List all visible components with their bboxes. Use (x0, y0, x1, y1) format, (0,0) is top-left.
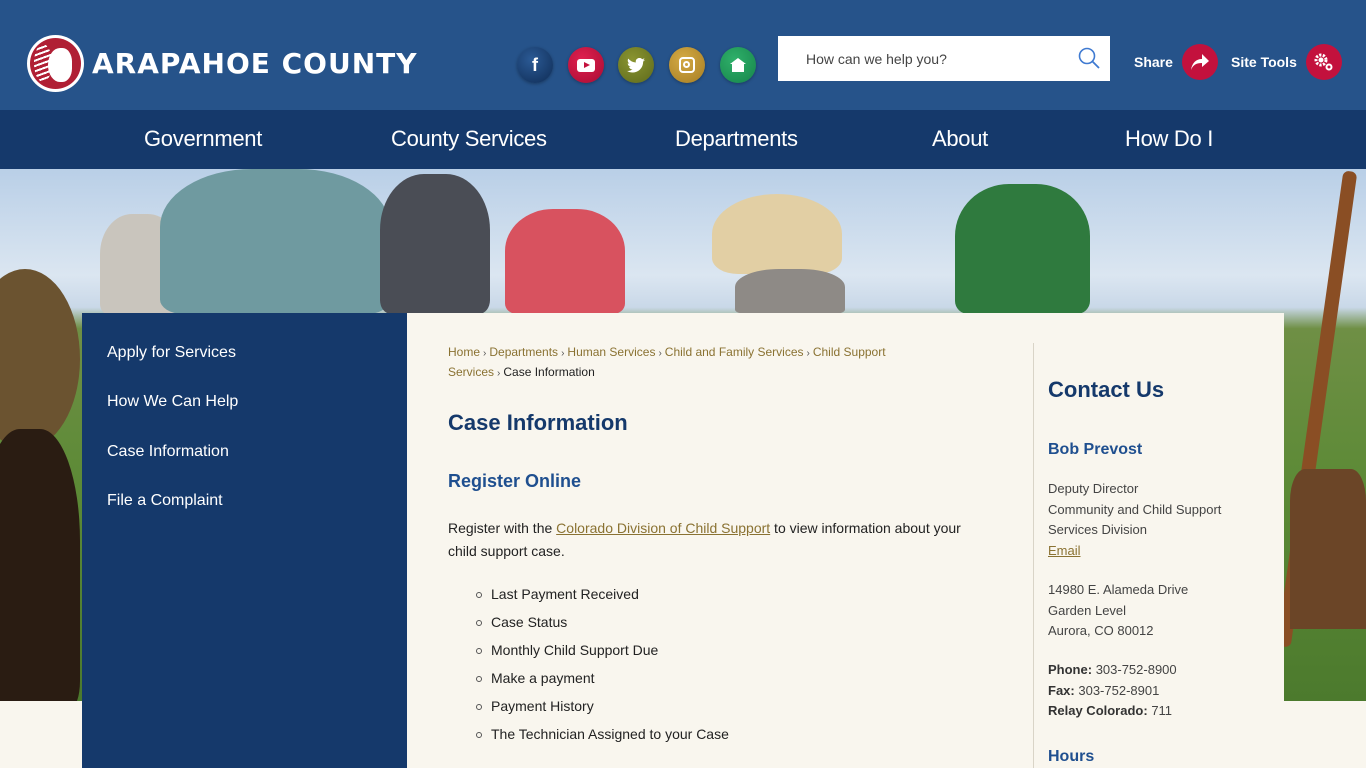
colorado-child-support-link[interactable]: Colorado Division of Child Support (556, 520, 770, 536)
nav-county-services[interactable]: County Services (391, 126, 547, 152)
fax-number: 303-752-8901 (1078, 682, 1160, 698)
instagram-icon[interactable] (669, 47, 705, 83)
county-logo[interactable]: ARAPAHOE COUNTY (27, 35, 418, 92)
share-label[interactable]: Share (1134, 54, 1173, 70)
breadcrumb-human-services[interactable]: Human Services (567, 345, 655, 359)
contact-division: Community and Child Support (1048, 501, 1222, 517)
search-input[interactable] (806, 50, 1066, 67)
breadcrumb-home[interactable]: Home (448, 345, 480, 359)
twitter-icon[interactable] (618, 47, 654, 83)
page-title: Case Information (448, 410, 628, 435)
site-tools-button[interactable] (1306, 44, 1342, 80)
sidebar-item-case-information[interactable]: Case Information (107, 443, 229, 461)
list-item: Monthly Child Support Due (476, 640, 729, 668)
list-item: Last Payment Received (476, 584, 729, 612)
column-divider (1033, 343, 1034, 768)
address-line-2: Garden Level (1048, 602, 1127, 618)
site-header: ARAPAHOE COUNTY f Share Site Tools (0, 0, 1366, 110)
address-line-3: Aurora, CO 80012 (1048, 623, 1154, 639)
sidebar-item-file-a-complaint[interactable]: File a Complaint (107, 492, 223, 510)
phone-number[interactable]: 303-752-8900 (1096, 662, 1177, 677)
list-item: Payment History (476, 696, 729, 724)
gears-icon (1314, 53, 1333, 71)
contact-email-link[interactable]: Email (1048, 543, 1081, 558)
register-paragraph: Register with the Colorado Division of C… (448, 520, 961, 559)
logo-text: ARAPAHOE COUNTY (92, 47, 418, 80)
nextdoor-icon[interactable] (720, 47, 756, 83)
contact-details: Deputy Director Community and Child Supp… (1048, 479, 1221, 722)
contact-us-heading: Contact Us (1048, 377, 1165, 402)
main-nav: Government County Services Departments A… (0, 110, 1366, 169)
hours-heading: Hours (1048, 748, 1095, 765)
sidebar-item-apply-for-services[interactable]: Apply for Services (107, 344, 236, 362)
contact-name: Bob Prevost (1048, 441, 1143, 458)
register-online-heading: Register Online (448, 471, 582, 491)
site-tools-label[interactable]: Site Tools (1231, 54, 1297, 70)
nav-government[interactable]: Government (144, 126, 262, 152)
breadcrumb-current: Case Information (503, 365, 595, 379)
facebook-icon[interactable]: f (517, 47, 553, 83)
nav-departments[interactable]: Departments (675, 126, 798, 152)
search-box (778, 36, 1110, 81)
nav-about[interactable]: About (932, 126, 988, 152)
breadcrumb-departments[interactable]: Departments (489, 345, 558, 359)
relay-line: Relay Colorado: 711 (1048, 703, 1173, 719)
breadcrumb-child-family-services[interactable]: Child and Family Services (665, 345, 804, 359)
relay-number: 711 (1151, 703, 1173, 719)
county-seal-icon (27, 35, 84, 92)
search-icon[interactable] (1078, 47, 1100, 69)
breadcrumb: Home › Departments › Human Services › Child an… (448, 345, 886, 379)
list-item: Case Status (476, 612, 729, 640)
contact-role: Deputy Director (1048, 481, 1139, 496)
address-line-1: 14980 E. Alameda Drive (1048, 581, 1189, 597)
main-content: Home › Departments › Human Services › Child an… (407, 313, 1284, 768)
section-sidebar: Apply for Services How We Can Help Case … (82, 313, 407, 768)
breadcrumb-separator: › (483, 348, 487, 359)
nav-how-do-i[interactable]: How Do I (1125, 126, 1213, 152)
fax-line: Fax: 303-752-8901 (1048, 682, 1160, 698)
contact-division-2: Services Division (1048, 522, 1147, 538)
list-item: The Technician Assigned to your Case (476, 724, 729, 752)
share-arrow-icon (1191, 54, 1209, 70)
sidebar-item-how-we-can-help[interactable]: How We Can Help (107, 393, 238, 411)
share-button[interactable] (1182, 44, 1218, 80)
youtube-icon[interactable] (568, 47, 604, 83)
case-info-list: Last Payment Received Case Status Monthl… (476, 584, 729, 752)
phone-line: Phone: 303-752-8900 (1048, 661, 1177, 677)
list-item: Make a payment (476, 668, 729, 696)
